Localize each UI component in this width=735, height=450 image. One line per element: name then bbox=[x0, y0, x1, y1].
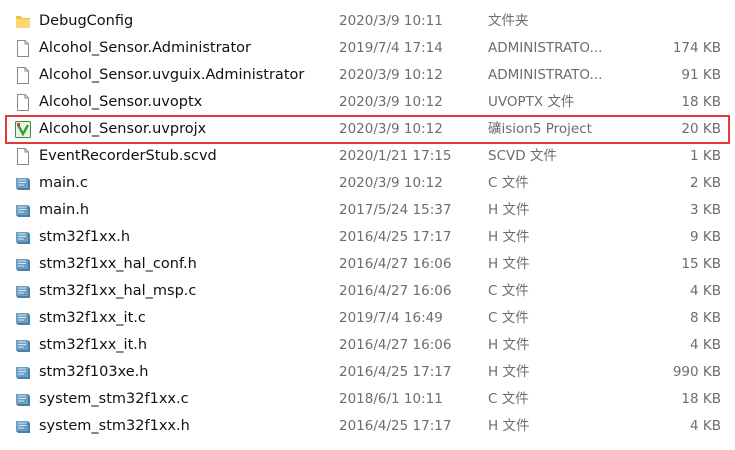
file-size: 9 KB bbox=[690, 229, 721, 245]
file-name: system_stm32f1xx.h bbox=[39, 418, 190, 434]
file-row[interactable]: system_stm32f1xx.c 2018/6/1 10:11 C 文件 1… bbox=[0, 386, 735, 413]
file-type: SCVD 文件 bbox=[488, 148, 557, 164]
file-size: 3 KB bbox=[690, 202, 721, 218]
file-date: 2019/7/4 16:49 bbox=[339, 310, 443, 326]
file-date: 2019/7/4 17:14 bbox=[339, 40, 443, 56]
file-date: 2016/4/25 17:17 bbox=[339, 418, 452, 434]
file-name: Alcohol_Sensor.Administrator bbox=[39, 40, 251, 56]
file-type: C 文件 bbox=[488, 391, 529, 407]
file-row[interactable]: stm32f1xx_it.h 2016/4/27 16:06 H 文件 4 KB bbox=[0, 332, 735, 359]
file-name: stm32f103xe.h bbox=[39, 364, 149, 380]
file-row[interactable]: main.c 2020/3/9 10:12 C 文件 2 KB bbox=[0, 170, 735, 197]
file-type: ADMINISTRATO... bbox=[488, 40, 603, 56]
file-name: stm32f1xx_it.c bbox=[39, 310, 146, 326]
file-name: main.c bbox=[39, 175, 88, 191]
source-file-icon bbox=[15, 175, 31, 192]
file-date: 2020/3/9 10:12 bbox=[339, 67, 443, 83]
file-date: 2020/3/9 10:11 bbox=[339, 13, 443, 29]
file-icon bbox=[15, 40, 31, 57]
file-type: 文件夹 bbox=[488, 13, 529, 29]
file-name: stm32f1xx.h bbox=[39, 229, 131, 245]
source-file-icon bbox=[15, 418, 31, 435]
file-date: 2016/4/25 17:17 bbox=[339, 364, 452, 380]
file-date: 2020/3/9 10:12 bbox=[339, 175, 443, 191]
file-type: H 文件 bbox=[488, 418, 530, 434]
file-size: 2 KB bbox=[690, 175, 721, 191]
keil-project-icon bbox=[15, 121, 31, 138]
file-date: 2016/4/27 16:06 bbox=[339, 256, 452, 272]
file-date: 2016/4/27 16:06 bbox=[339, 337, 452, 353]
file-type: H 文件 bbox=[488, 256, 530, 272]
file-row[interactable]: stm32f103xe.h 2016/4/25 17:17 H 文件 990 K… bbox=[0, 359, 735, 386]
file-list: DebugConfig 2020/3/9 10:11 文件夹 Alcohol_S… bbox=[0, 8, 735, 440]
file-date: 2017/5/24 15:37 bbox=[339, 202, 452, 218]
source-file-icon bbox=[15, 283, 31, 300]
file-name: stm32f1xx_hal_msp.c bbox=[39, 283, 197, 299]
file-row[interactable]: stm32f1xx_hal_msp.c 2016/4/27 16:06 C 文件… bbox=[0, 278, 735, 305]
file-date: 2016/4/27 16:06 bbox=[339, 283, 452, 299]
file-icon bbox=[15, 148, 31, 165]
file-date: 2020/3/9 10:12 bbox=[339, 121, 443, 137]
file-name: Alcohol_Sensor.uvguix.Administrator bbox=[39, 67, 305, 83]
file-type: C 文件 bbox=[488, 310, 529, 326]
file-size: 990 KB bbox=[672, 364, 721, 380]
file-size: 20 KB bbox=[681, 121, 721, 137]
file-size: 4 KB bbox=[690, 337, 721, 353]
file-icon bbox=[15, 67, 31, 84]
file-row[interactable]: Alcohol_Sensor.Administrator 2019/7/4 17… bbox=[0, 35, 735, 62]
file-row[interactable]: Alcohol_Sensor.uvguix.Administrator 2020… bbox=[0, 62, 735, 89]
file-name: EventRecorderStub.scvd bbox=[39, 148, 217, 164]
file-size: 8 KB bbox=[690, 310, 721, 326]
file-size: 174 KB bbox=[672, 40, 721, 56]
file-date: 2016/4/25 17:17 bbox=[339, 229, 452, 245]
file-row[interactable]: stm32f1xx_hal_conf.h 2016/4/27 16:06 H 文… bbox=[0, 251, 735, 278]
file-type: H 文件 bbox=[488, 364, 530, 380]
file-name: main.h bbox=[39, 202, 90, 218]
file-type: C 文件 bbox=[488, 283, 529, 299]
source-file-icon bbox=[15, 202, 31, 219]
file-row[interactable]: EventRecorderStub.scvd 2020/1/21 17:15 S… bbox=[0, 143, 735, 170]
file-type: H 文件 bbox=[488, 229, 530, 245]
source-file-icon bbox=[15, 229, 31, 246]
source-file-icon bbox=[15, 364, 31, 381]
file-type: H 文件 bbox=[488, 337, 530, 353]
file-size: 18 KB bbox=[681, 391, 721, 407]
file-row[interactable]: stm32f1xx_it.c 2019/7/4 16:49 C 文件 8 KB bbox=[0, 305, 735, 332]
file-name: stm32f1xx_hal_conf.h bbox=[39, 256, 197, 272]
file-row[interactable]: DebugConfig 2020/3/9 10:11 文件夹 bbox=[0, 8, 735, 35]
file-row-selected[interactable]: Alcohol_Sensor.uvprojx 2020/3/9 10:12 礦i… bbox=[5, 115, 730, 144]
file-row[interactable]: Alcohol_Sensor.uvoptx 2020/3/9 10:12 UVO… bbox=[0, 89, 735, 116]
file-size: 4 KB bbox=[690, 283, 721, 299]
file-name: Alcohol_Sensor.uvoptx bbox=[39, 94, 203, 110]
file-icon bbox=[15, 94, 31, 111]
file-date: 2018/6/1 10:11 bbox=[339, 391, 443, 407]
file-date: 2020/1/21 17:15 bbox=[339, 148, 452, 164]
file-name: DebugConfig bbox=[39, 13, 134, 29]
file-size: 18 KB bbox=[681, 94, 721, 110]
source-file-icon bbox=[15, 310, 31, 327]
source-file-icon bbox=[15, 256, 31, 273]
file-name: stm32f1xx_it.h bbox=[39, 337, 148, 353]
file-size: 1 KB bbox=[690, 148, 721, 164]
source-file-icon bbox=[15, 337, 31, 354]
file-type: H 文件 bbox=[488, 202, 530, 218]
file-type: 礦ision5 Project bbox=[488, 121, 592, 137]
file-name: Alcohol_Sensor.uvprojx bbox=[39, 121, 207, 137]
file-size: 15 KB bbox=[681, 256, 721, 272]
file-row[interactable]: stm32f1xx.h 2016/4/25 17:17 H 文件 9 KB bbox=[0, 224, 735, 251]
file-size: 91 KB bbox=[681, 67, 721, 83]
file-row[interactable]: main.h 2017/5/24 15:37 H 文件 3 KB bbox=[0, 197, 735, 224]
source-file-icon bbox=[15, 391, 31, 408]
file-size: 4 KB bbox=[690, 418, 721, 434]
file-type: UVOPTX 文件 bbox=[488, 94, 575, 110]
file-date: 2020/3/9 10:12 bbox=[339, 94, 443, 110]
file-name: system_stm32f1xx.c bbox=[39, 391, 189, 407]
file-type: C 文件 bbox=[488, 175, 529, 191]
file-row[interactable]: system_stm32f1xx.h 2016/4/25 17:17 H 文件 … bbox=[0, 413, 735, 440]
file-type: ADMINISTRATO... bbox=[488, 67, 603, 83]
folder-icon bbox=[15, 13, 31, 30]
